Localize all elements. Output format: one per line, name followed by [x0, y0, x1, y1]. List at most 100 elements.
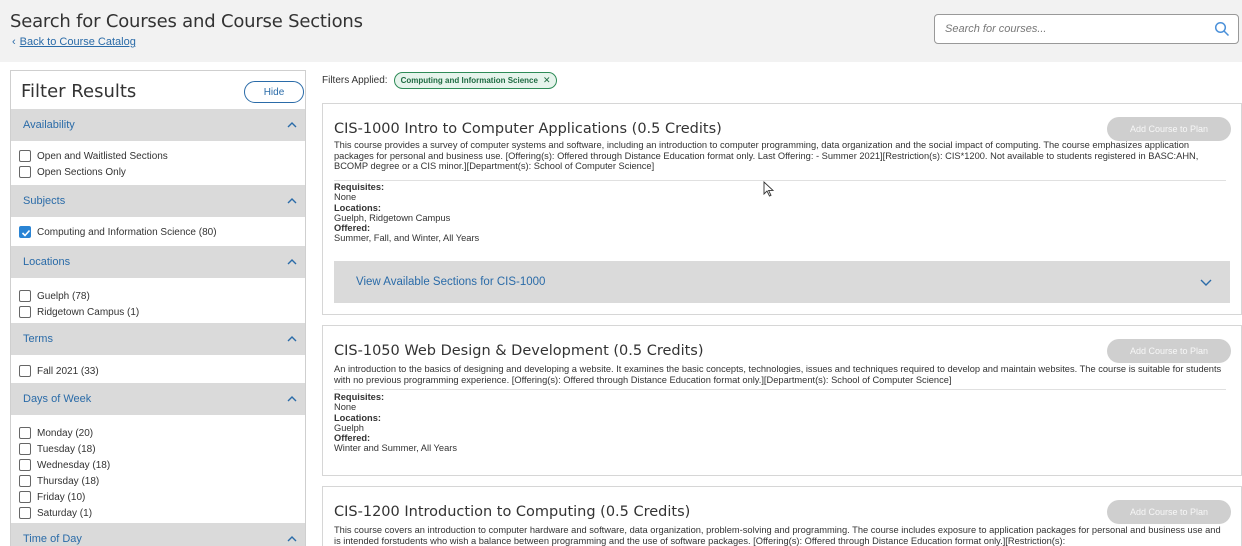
checkbox[interactable]: [19, 491, 31, 503]
page-header: Search for Courses and Course Sections ‹…: [0, 0, 1242, 62]
chevron-up-icon: [287, 536, 297, 542]
filters-applied: Filters Applied: Computing and Informati…: [322, 72, 558, 89]
chevron-left-icon: ‹: [12, 36, 16, 48]
option-friday[interactable]: Friday (10): [19, 489, 305, 505]
view-sections-label: View Available Sections for CIS-1000: [356, 276, 546, 288]
option-wednesday[interactable]: Wednesday (18): [19, 457, 305, 473]
option-open-and-waitlisted[interactable]: Open and Waitlisted Sections: [19, 148, 305, 164]
close-icon[interactable]: ✕: [543, 75, 551, 86]
locations-label: Locations:: [334, 412, 382, 423]
filters-applied-label: Filters Applied:: [322, 75, 388, 86]
checkbox[interactable]: [19, 427, 31, 439]
section-header-availability[interactable]: Availability: [11, 109, 305, 141]
course-card: CIS-1000 Intro to Computer Applications …: [322, 103, 1242, 315]
section-header-subjects[interactable]: Subjects: [11, 185, 305, 217]
requisites-label: Requisites:: [334, 392, 385, 402]
section-header-terms[interactable]: Terms: [11, 323, 305, 355]
add-course-button[interactable]: Add Course to Plan: [1107, 117, 1231, 141]
requisites-value: None: [334, 192, 357, 203]
option-label: Computing and Information Science (80): [37, 226, 217, 238]
option-label: Wednesday (18): [37, 459, 111, 471]
checkbox[interactable]: [19, 150, 31, 162]
option-label: Saturday (1): [37, 507, 93, 519]
option-label: Tuesday (18): [37, 443, 96, 455]
option-guelph[interactable]: Guelph (78): [19, 288, 305, 304]
option-label: Open Sections Only: [37, 166, 126, 178]
filter-sidebar: Filter Results Hide Availability Open an…: [10, 70, 306, 546]
option-label: Guelph (78): [37, 290, 90, 302]
section-header-days-of-week[interactable]: Days of Week: [11, 383, 305, 415]
option-label: Fall 2021 (33): [37, 365, 99, 377]
checkbox-checked[interactable]: [19, 226, 31, 238]
filter-section-availability: Availability Open and Waitlisted Section…: [11, 109, 305, 180]
filter-pill-label: Computing and Information Science: [400, 76, 538, 85]
section-title: Subjects: [23, 195, 66, 207]
search-input[interactable]: [935, 15, 1195, 43]
divider: [334, 389, 1226, 390]
back-to-catalog-link[interactable]: ‹ Back to Course Catalog: [12, 36, 136, 48]
chevron-up-icon: [287, 396, 297, 402]
mouse-cursor-icon: [763, 181, 775, 197]
course-meta: Requisites: None Locations: Guelph, Ridg…: [334, 182, 479, 244]
offered-value: Winter and Summer, All Years: [334, 443, 457, 454]
option-saturday[interactable]: Saturday (1): [19, 505, 305, 521]
course-description: This course covers an introduction to co…: [334, 525, 1221, 546]
filter-results-title: Filter Results: [21, 81, 137, 102]
option-thursday[interactable]: Thursday (18): [19, 473, 305, 489]
filter-section-subjects: Subjects Computing and Information Scien…: [11, 185, 305, 240]
course-title: CIS-1200 Introduction to Computing (0.5 …: [334, 504, 691, 520]
locations-value: Guelph, Ridgetown Campus: [334, 212, 451, 223]
option-tuesday[interactable]: Tuesday (18): [19, 441, 305, 457]
option-label: Ridgetown Campus (1): [37, 306, 140, 318]
filter-section-terms: Terms Fall 2021 (33): [11, 323, 305, 379]
section-title: Time of Day: [23, 533, 82, 545]
course-title: CIS-1050 Web Design & Development (0.5 C…: [334, 343, 704, 359]
section-header-locations[interactable]: Locations: [11, 246, 305, 278]
add-course-button[interactable]: Add Course to Plan: [1107, 339, 1231, 363]
back-link-label: Back to Course Catalog: [19, 36, 136, 48]
filter-pill[interactable]: Computing and Information Science ✕: [393, 72, 558, 89]
requisites-value: None: [334, 402, 357, 413]
hide-filters-button[interactable]: Hide: [244, 81, 304, 103]
checkbox[interactable]: [19, 365, 31, 377]
chevron-up-icon: [287, 336, 297, 342]
chevron-up-icon: [287, 259, 297, 265]
option-computing-and-information-science[interactable]: Computing and Information Science (80): [19, 224, 305, 240]
requisites-label: Requisites:: [334, 182, 385, 192]
course-card: CIS-1200 Introduction to Computing (0.5 …: [322, 486, 1242, 546]
section-title: Availability: [23, 119, 75, 131]
checkbox[interactable]: [19, 290, 31, 302]
search-icon[interactable]: [1214, 21, 1230, 37]
section-title: Days of Week: [23, 393, 92, 405]
view-sections-toggle[interactable]: View Available Sections for CIS-1000: [334, 261, 1230, 303]
section-header-time-of-day[interactable]: Time of Day: [11, 523, 305, 546]
option-label: Monday (20): [37, 427, 94, 439]
section-title: Locations: [23, 256, 71, 268]
checkbox[interactable]: [19, 306, 31, 318]
locations-value: Guelph: [334, 422, 364, 433]
option-label: Thursday (18): [37, 475, 100, 487]
course-meta: Requisites: None Locations: Guelph Offer…: [334, 392, 457, 454]
checkbox[interactable]: [19, 475, 31, 487]
course-card: CIS-1050 Web Design & Development (0.5 C…: [322, 325, 1242, 476]
offered-label: Offered:: [334, 223, 371, 234]
page-title: Search for Courses and Course Sections: [10, 11, 363, 32]
checkbox[interactable]: [19, 459, 31, 471]
option-label: Open and Waitlisted Sections: [37, 150, 168, 162]
chevron-up-icon: [287, 122, 297, 128]
option-ridgetown-campus[interactable]: Ridgetown Campus (1): [19, 304, 305, 320]
chevron-down-icon: [1200, 279, 1212, 286]
checkbox[interactable]: [19, 166, 31, 178]
add-course-button[interactable]: Add Course to Plan: [1107, 500, 1231, 524]
course-description: This course provides a survey of compute…: [334, 140, 1199, 171]
option-fall-2021[interactable]: Fall 2021 (33): [19, 363, 305, 379]
option-monday[interactable]: Monday (20): [19, 425, 305, 441]
section-title: Terms: [23, 333, 53, 345]
checkbox[interactable]: [19, 443, 31, 455]
locations-label: Locations:: [334, 202, 382, 213]
checkmark-icon: [21, 229, 31, 237]
checkbox[interactable]: [19, 507, 31, 519]
course-title: CIS-1000 Intro to Computer Applications …: [334, 121, 722, 137]
chevron-up-icon: [287, 198, 297, 204]
option-open-sections-only[interactable]: Open Sections Only: [19, 164, 305, 180]
